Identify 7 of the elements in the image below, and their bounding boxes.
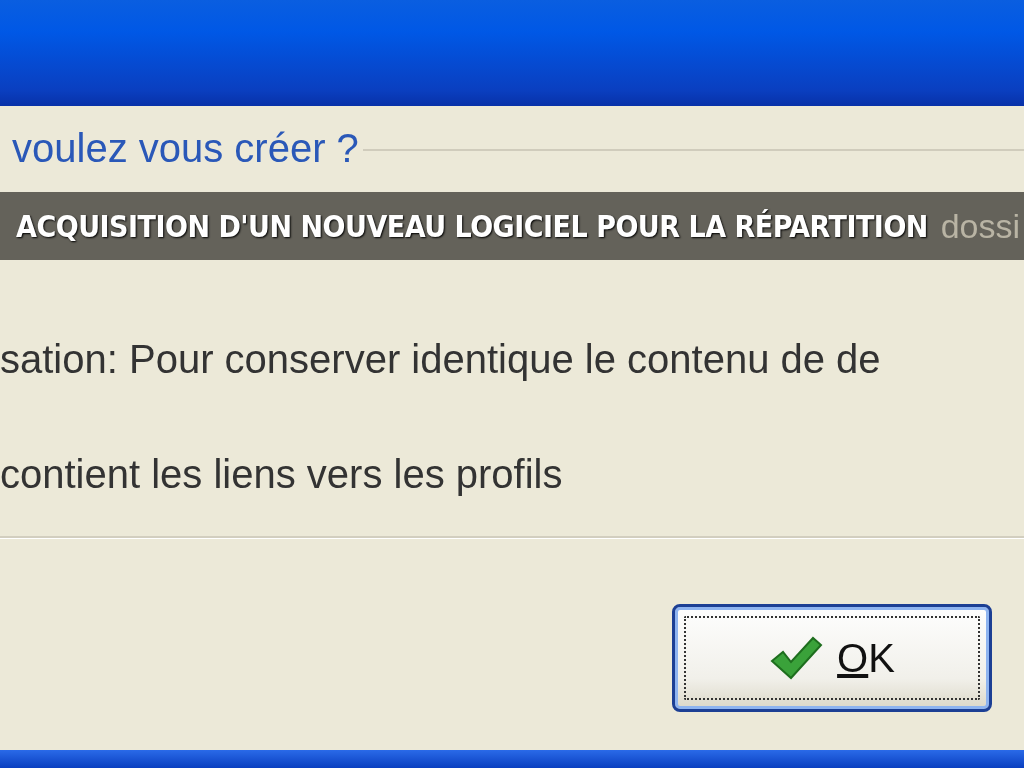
checkmark-icon xyxy=(769,635,824,681)
section-heading: voulez vous créer ? xyxy=(11,125,359,171)
option-description: dossi xyxy=(940,206,1021,246)
option-description: contient les liens vers les profils xyxy=(0,452,563,497)
caption-text: ACQUISITION D'UN NOUVEAU LOGICIEL POUR LA RÉPARTITION xyxy=(15,208,928,244)
option-description: sation: Pour conserver identique le contenu de de xyxy=(0,337,881,382)
ok-button[interactable]: OK xyxy=(672,604,992,712)
